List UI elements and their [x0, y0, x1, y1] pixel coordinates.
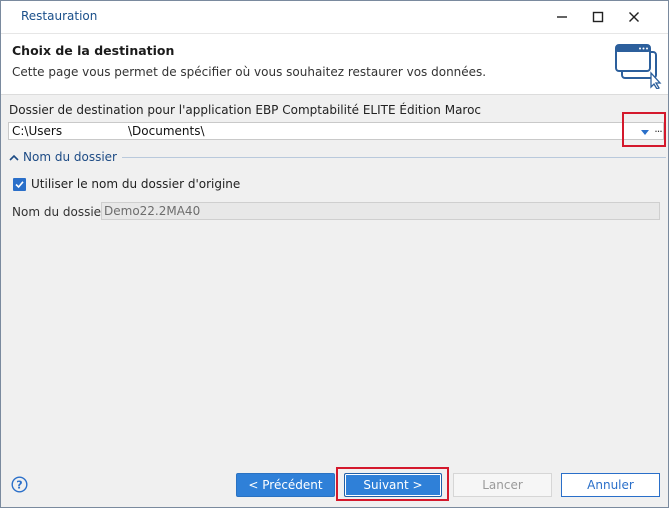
use-original-name-label: Utiliser le nom du dossier d'origine: [31, 177, 241, 191]
page-subtitle: Cette page vous permet de spécifier où v…: [12, 65, 487, 79]
close-icon: [629, 12, 639, 22]
wizard-content: Dossier de destination pour l'applicatio…: [1, 95, 668, 455]
path-dropdown-button[interactable]: [638, 126, 652, 138]
folder-section-toggle[interactable]: Nom du dossier: [7, 150, 122, 164]
use-original-name-checkbox[interactable]: [13, 177, 26, 191]
maximize-button[interactable]: [582, 5, 614, 29]
window-title: Restauration: [21, 9, 98, 23]
next-button[interactable]: Suivant >: [344, 473, 442, 497]
wizard-header: Choix de la destination Cette page vous …: [1, 34, 668, 95]
minimize-button[interactable]: [546, 5, 578, 29]
window-cursor-icon: [615, 44, 662, 89]
path-start-text: C:\Users: [12, 124, 63, 138]
svg-text:?: ?: [16, 479, 22, 492]
minimize-icon: [557, 16, 567, 18]
close-button[interactable]: [618, 5, 650, 29]
previous-button[interactable]: < Précédent: [236, 473, 335, 497]
help-icon[interactable]: ?: [11, 476, 28, 493]
chevron-down-icon: [641, 129, 649, 135]
maximize-icon: [592, 11, 604, 23]
folder-name-field: Demo22.2MA40: [101, 202, 660, 220]
page-title: Choix de la destination: [12, 43, 175, 58]
destination-path-input[interactable]: C:\Users \Documents\ ···: [8, 122, 664, 140]
destination-label: Dossier de destination pour l'applicatio…: [9, 103, 482, 117]
checkmark-icon: [15, 180, 24, 188]
launch-button[interactable]: Lancer: [453, 473, 552, 497]
path-end-text: \Documents\: [128, 124, 205, 138]
folder-name-label: Nom du dossier: [12, 205, 106, 219]
chevron-up-icon: [9, 154, 19, 161]
browse-button[interactable]: ···: [652, 123, 664, 139]
folder-section-title: Nom du dossier: [23, 150, 117, 164]
use-original-name-option[interactable]: Utiliser le nom du dossier d'origine: [13, 177, 240, 191]
restauration-dialog: Restauration Choix de la destination Cet…: [0, 0, 669, 508]
title-bar: Restauration: [1, 1, 668, 34]
cancel-button[interactable]: Annuler: [561, 473, 660, 497]
